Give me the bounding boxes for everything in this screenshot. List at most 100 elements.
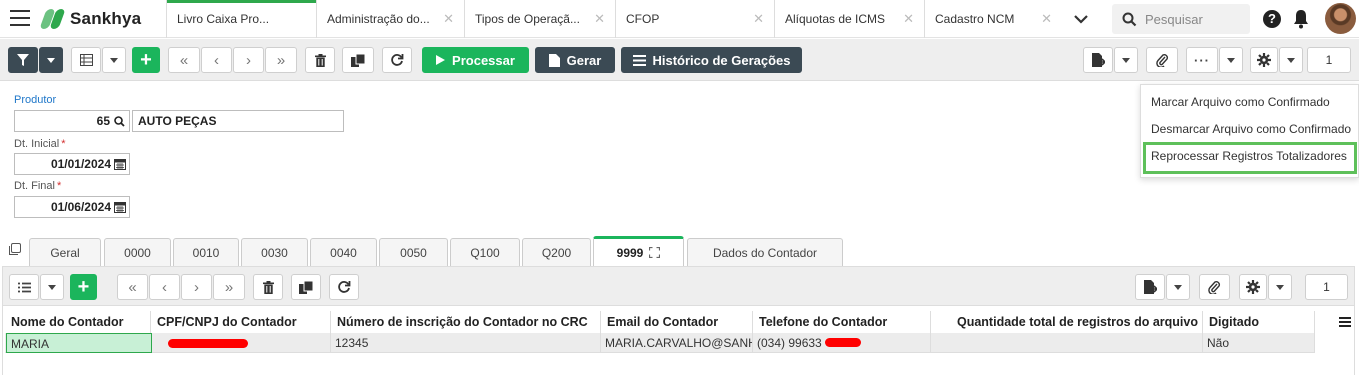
hamburger-menu-icon[interactable] (10, 10, 30, 28)
tab-9999[interactable]: 9999 (593, 236, 684, 266)
calendar-icon[interactable] (114, 158, 126, 170)
menu-item-desmarcar-confirmado[interactable]: Desmarcar Arquivo como Confirmado (1151, 122, 1351, 136)
settings-dropdown-button[interactable] (1279, 47, 1303, 73)
tab-cadastro-ncm[interactable]: Cadastro NCM ✕ (924, 0, 1062, 38)
grid-view-dropdown-button[interactable] (102, 47, 126, 73)
settings-button[interactable] (1250, 47, 1278, 73)
duplicate-button[interactable] (342, 47, 374, 73)
tab-cfop[interactable]: CFOP ✕ (615, 0, 774, 38)
tab-geral[interactable]: Geral (29, 238, 101, 266)
close-icon[interactable]: ✕ (435, 11, 454, 27)
column-header-email[interactable]: Email do Contador (601, 311, 753, 333)
tab-0000[interactable]: 0000 (104, 238, 171, 266)
column-header-qtd-registros[interactable]: Quantidade total de registros do arquivo (931, 311, 1203, 333)
help-icon[interactable]: ? (1263, 10, 1281, 28)
search-placeholder: Pesquisar (1145, 11, 1203, 27)
cell-digitado[interactable]: Não (1203, 333, 1315, 353)
dt-final-field[interactable]: 01/06/2024 (14, 196, 130, 218)
column-header-telefone[interactable]: Telefone do Contador (753, 311, 931, 333)
column-menu-icon[interactable] (1339, 316, 1351, 330)
tab-q100[interactable]: Q100 (450, 238, 520, 266)
add-button[interactable]: + (132, 47, 160, 73)
detail-export-dropdown-button[interactable] (1166, 274, 1190, 300)
detail-delete-button[interactable] (253, 274, 283, 300)
export-button[interactable] (1083, 47, 1113, 73)
copy-tabs-icon[interactable] (8, 243, 21, 256)
brand-logo[interactable]: Sankhya (39, 7, 141, 31)
detail-settings-dropdown-button[interactable] (1268, 274, 1292, 300)
detail-previous-button[interactable]: ‹ (149, 274, 180, 300)
more-tabs-chevron-icon[interactable] (1071, 10, 1091, 28)
delete-button[interactable] (305, 47, 335, 73)
cell-crc[interactable]: 12345 (331, 333, 601, 353)
tab-livro-caixa[interactable]: Livro Caixa Pro... (166, 0, 316, 38)
column-header-crc[interactable]: Número de inscrição do Contador no CRC (331, 311, 601, 333)
tab-0010[interactable]: 0010 (173, 238, 239, 266)
tab-0050[interactable]: 0050 (379, 238, 448, 266)
cell-email[interactable]: MARIA.CARVALHO@SANH (601, 333, 753, 353)
filter-button[interactable] (8, 47, 38, 73)
first-record-button[interactable]: « (168, 47, 200, 73)
more-actions-button[interactable]: ··· (1186, 47, 1218, 73)
detail-last-button[interactable]: » (213, 274, 245, 300)
plus-icon: + (77, 275, 90, 298)
search-box[interactable]: Pesquisar (1112, 4, 1250, 34)
paperclip-icon (1208, 281, 1220, 294)
processar-button[interactable]: Processar (422, 47, 529, 73)
historico-geracoes-button[interactable]: Histórico de Gerações (621, 47, 802, 73)
detail-first-button[interactable]: « (117, 274, 148, 300)
caret-down-icon (1276, 284, 1284, 290)
detail-export-button[interactable] (1135, 274, 1165, 300)
tab-dados-contador[interactable]: Dados do Contador (687, 238, 843, 266)
notification-bell-icon[interactable] (1293, 9, 1309, 29)
caret-down-icon (110, 57, 118, 63)
grid-options-dropdown-button[interactable] (40, 274, 64, 300)
menu-item-marcar-confirmado[interactable]: Marcar Arquivo como Confirmado (1151, 95, 1330, 109)
last-record-button[interactable]: » (265, 47, 297, 73)
filter-dropdown-button[interactable] (39, 47, 63, 73)
attach-button[interactable] (1146, 47, 1178, 73)
detail-add-button[interactable]: + (70, 274, 97, 300)
more-actions-dropdown-button[interactable] (1219, 47, 1243, 73)
tab-tipos-operacao[interactable]: Tipos de Operaçã... ✕ (464, 0, 615, 38)
expand-icon[interactable] (649, 247, 661, 258)
close-icon[interactable]: ✕ (1033, 11, 1052, 27)
column-header-digitado[interactable]: Digitado (1203, 311, 1315, 333)
paperclip-icon (1155, 54, 1168, 67)
tab-0040[interactable]: 0040 (310, 238, 377, 266)
user-avatar[interactable] (1325, 3, 1356, 34)
close-icon[interactable]: ✕ (745, 11, 764, 27)
close-icon[interactable]: ✕ (895, 11, 914, 27)
tab-aliquotas-icms[interactable]: Alíquotas de ICMS ✕ (774, 0, 924, 38)
grid-view-button[interactable] (71, 47, 101, 73)
produtor-label[interactable]: Produtor (14, 94, 56, 106)
tab-q200[interactable]: Q200 (522, 238, 591, 266)
dt-inicial-field[interactable]: 01/01/2024 (14, 153, 130, 175)
calendar-icon[interactable] (114, 201, 126, 213)
grid-options-button[interactable] (9, 274, 39, 300)
refresh-button[interactable] (382, 47, 412, 73)
detail-attach-button[interactable] (1199, 274, 1230, 300)
cell-qtd-registros[interactable] (931, 333, 1203, 353)
detail-settings-button[interactable] (1239, 274, 1267, 300)
tab-administracao[interactable]: Administração do... ✕ (316, 0, 464, 38)
search-icon[interactable] (114, 115, 125, 127)
gerar-button[interactable]: Gerar (535, 47, 615, 73)
column-header-nome[interactable]: Nome do Contador (5, 311, 151, 333)
cell-telefone[interactable]: (034) 99633 (753, 333, 931, 353)
previous-record-button[interactable]: ‹ (201, 47, 232, 73)
detail-next-button[interactable]: › (181, 274, 212, 300)
detail-duplicate-button[interactable] (291, 274, 321, 300)
next-record-button[interactable]: › (233, 47, 264, 73)
cell-cpf-cnpj[interactable] (152, 333, 331, 353)
detail-refresh-button[interactable] (329, 274, 359, 300)
cell-nome[interactable]: MARIA (6, 333, 152, 353)
column-header-cpf-cnpj[interactable]: CPF/CNPJ do Contador (151, 311, 331, 333)
detail-page-number-input[interactable]: 1 (1305, 274, 1348, 300)
page-number-input[interactable]: 1 (1307, 47, 1351, 73)
produtor-code-field[interactable]: 65 (14, 110, 130, 132)
menu-item-reprocessar-totalizadores[interactable]: Reprocessar Registros Totalizadores (1151, 149, 1347, 163)
close-icon[interactable]: ✕ (586, 11, 605, 27)
tab-0030[interactable]: 0030 (241, 238, 308, 266)
export-dropdown-button[interactable] (1114, 47, 1138, 73)
